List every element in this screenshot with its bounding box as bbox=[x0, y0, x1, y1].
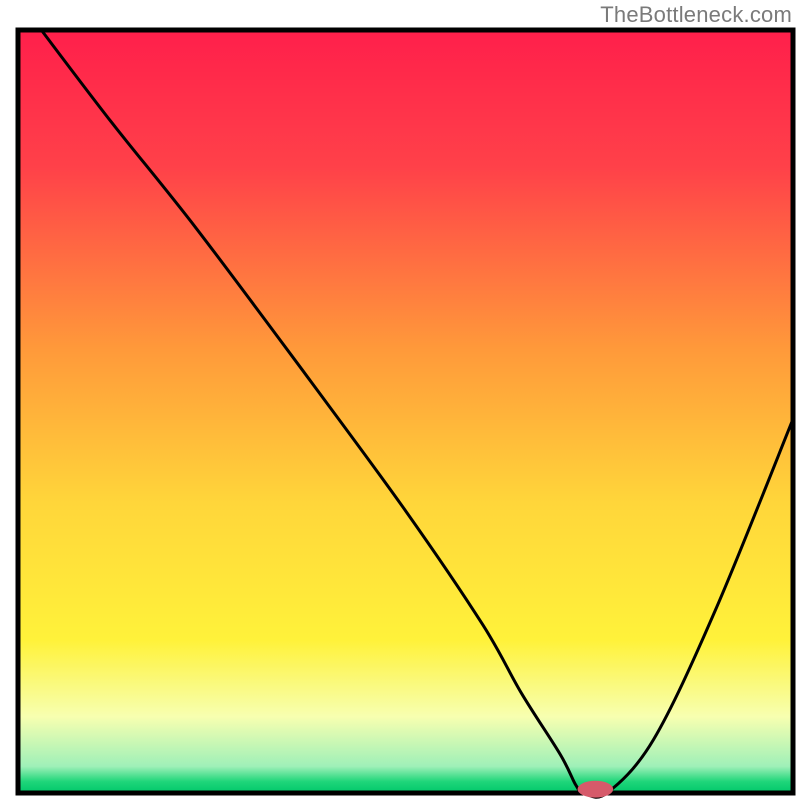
optimum-marker bbox=[578, 781, 614, 798]
chart-container: TheBottleneck.com bbox=[0, 0, 800, 800]
plot-background bbox=[18, 30, 793, 793]
bottleneck-chart bbox=[0, 0, 800, 800]
